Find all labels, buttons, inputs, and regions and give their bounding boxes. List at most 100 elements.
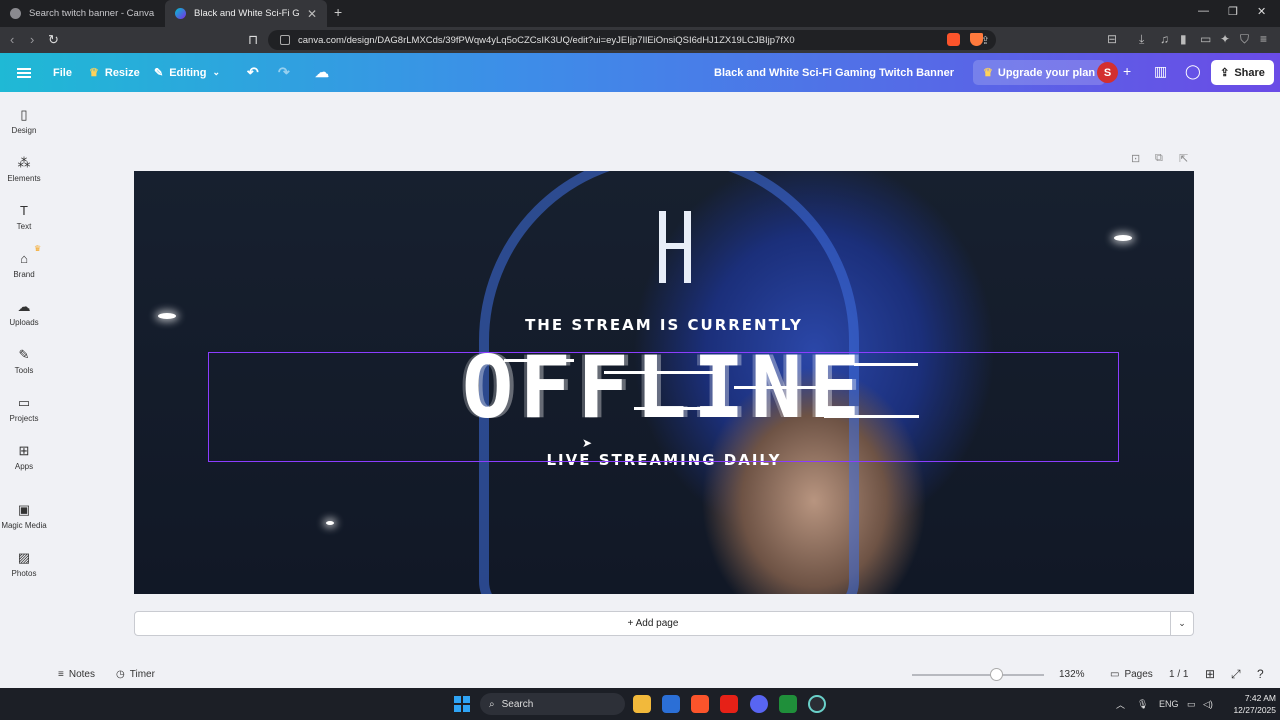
forward-icon[interactable]: › <box>30 32 34 47</box>
timer-button[interactable]: ◷ Timer <box>116 660 155 688</box>
cloud-save-status[interactable]: ☁ <box>315 53 329 92</box>
share-button[interactable]: ⇪ Share <box>1211 60 1274 85</box>
language-indicator[interactable]: ENG <box>1159 688 1179 720</box>
brave-shields-icon[interactable] <box>947 33 960 46</box>
editing-mode-button[interactable]: ✎ Editing ⌄ <box>154 53 220 92</box>
sidebar-item-photos[interactable]: ▨ Photos <box>0 549 48 578</box>
new-tab-button[interactable]: + <box>334 4 342 20</box>
network-icon[interactable]: ▭ <box>1187 688 1196 720</box>
sidebar-item-brand[interactable]: ♛ ⌂ Brand <box>0 244 48 279</box>
analytics-icon[interactable]: ▥ <box>1154 63 1167 80</box>
sidebar-item-label: Tools <box>14 366 34 375</box>
youtube-icon[interactable] <box>720 695 738 713</box>
music-icon[interactable]: ♫ <box>1160 32 1169 46</box>
wallet-icon[interactable]: ⊟ <box>1107 32 1117 46</box>
sidebar-item-label: Uploads <box>9 318 39 327</box>
lock-page-icon[interactable]: ⊡ <box>1131 152 1140 165</box>
microphone-icon[interactable]: 🎙 <box>1137 688 1148 720</box>
add-page-bar: + Add page ⌄ <box>134 611 1194 636</box>
start-button[interactable] <box>454 696 470 712</box>
document-title[interactable]: Black and White Sci-Fi Gaming Twitch Ban… <box>714 53 954 92</box>
zoom-level[interactable]: 132% <box>1059 660 1085 688</box>
sidebar-item-uploads[interactable]: ☁ Uploads <box>0 298 48 327</box>
address-bar[interactable]: canva.com/design/DAG8rLMXCds/39fPWqw4yLq… <box>268 30 996 50</box>
sidebar-item-magic-media[interactable]: ▣ Magic Media <box>0 501 48 530</box>
upgrade-button[interactable]: ♛ Upgrade your plan <box>973 60 1106 85</box>
system-clock[interactable]: 7:42 AM 12/27/2025 <box>1218 692 1276 716</box>
bookmark-icon[interactable]: ⊓ <box>248 32 258 48</box>
pages-button[interactable]: ▭ Pages <box>1110 660 1153 688</box>
sidebar-item-elements[interactable]: ⁂ Elements <box>0 154 48 183</box>
zoom-slider-handle[interactable] <box>990 668 1003 681</box>
chevron-down-icon[interactable]: ⌄ <box>1170 612 1193 635</box>
taskbar-search[interactable]: ⌕ Search <box>480 693 625 715</box>
back-icon[interactable]: ‹ <box>10 32 14 47</box>
minimize-icon[interactable]: — <box>1198 5 1209 17</box>
mouse-cursor-icon: ➤ <box>582 436 593 450</box>
spreadsheet-app-icon[interactable] <box>779 695 797 713</box>
upgrade-label: Upgrade your plan <box>997 66 1096 79</box>
add-page-button[interactable]: + Add page <box>135 612 1171 635</box>
invite-plus-icon[interactable]: + <box>1123 63 1131 79</box>
design-icon: ▯ <box>20 107 28 122</box>
user-avatar[interactable]: S <box>1097 62 1118 83</box>
downloads-icon[interactable]: ⤓ <box>1139 32 1144 47</box>
sidebar-toggle-icon[interactable]: ▮ <box>1180 32 1187 46</box>
show-hidden-icons[interactable]: ︿ <box>1116 688 1125 720</box>
editor-footer: ≡ Notes ◷ Timer 132% ▭ Pages 1 / 1 ⊞ ⤢ ? <box>0 660 1280 688</box>
menu-icon[interactable]: ≡ <box>1260 32 1267 46</box>
maximize-icon[interactable]: ❐ <box>1228 5 1238 18</box>
brave-browser-icon[interactable] <box>691 695 709 713</box>
vpn-icon[interactable]: ⛉ <box>1240 32 1249 47</box>
photos-icon: ▨ <box>17 550 31 565</box>
site-info-icon[interactable] <box>280 35 290 45</box>
brave-rewards-icon[interactable] <box>970 33 983 46</box>
discord-icon[interactable] <box>750 695 768 713</box>
reload-icon[interactable]: ↻ <box>48 32 59 48</box>
resize-button[interactable]: ♛ Resize <box>89 53 140 92</box>
sidebar-item-design[interactable]: ▯ Design <box>0 106 48 135</box>
file-menu-button[interactable]: File <box>53 53 72 92</box>
sidebar-item-text[interactable]: T Text <box>0 202 48 231</box>
resize-label: Resize <box>104 66 140 79</box>
sidebar-item-tools[interactable]: ✎ Tools <box>0 346 48 375</box>
taskbar-search-placeholder: Search <box>501 698 534 710</box>
headline-top-text[interactable]: THE STREAM IS CURRENTLY <box>134 316 1194 334</box>
share-label: Share <box>1234 66 1265 79</box>
undo-button[interactable]: ↶ <box>247 53 259 92</box>
main-menu-button[interactable] <box>17 53 31 92</box>
comments-icon[interactable]: ◯ <box>1185 63 1201 80</box>
browser-tab-search[interactable]: Search twitch banner - Canva <box>0 0 165 27</box>
help-icon[interactable]: ? <box>1257 660 1264 688</box>
app-icon[interactable] <box>808 695 826 713</box>
redo-button[interactable]: ↷ <box>278 53 290 92</box>
store-icon[interactable] <box>662 695 680 713</box>
grid-view-icon[interactable]: ⊞ <box>1205 660 1215 688</box>
sidebar-item-apps[interactable]: ⊞ Apps <box>0 442 48 471</box>
elements-icon: ⁂ <box>17 155 31 170</box>
sidebar-item-label: Brand <box>13 270 35 279</box>
hamburger-icon <box>17 67 31 78</box>
notes-button[interactable]: ≡ Notes <box>58 660 95 688</box>
window-icon[interactable]: ▭ <box>1200 32 1211 46</box>
text-icon: T <box>20 203 28 218</box>
selection-box[interactable] <box>208 352 1119 462</box>
zoom-slider-track[interactable] <box>912 674 1044 676</box>
upload-icon: ⇪ <box>1220 67 1230 79</box>
add-page-icon[interactable]: ⇱ <box>1179 152 1188 165</box>
pages-label: Pages <box>1124 668 1153 680</box>
file-explorer-icon[interactable] <box>633 695 651 713</box>
browser-tab-active[interactable]: Black and White Sci-Fi Gaming T ✕ <box>165 0 327 27</box>
close-window-icon[interactable]: ✕ <box>1257 5 1266 18</box>
duplicate-page-icon[interactable]: ⧉ <box>1155 152 1163 165</box>
editor-header: File ♛ Resize ✎ Editing ⌄ ↶ ↷ ☁ Black an… <box>0 53 1280 92</box>
h-emblem-graphic <box>659 211 691 283</box>
volume-icon[interactable]: ◁) <box>1203 688 1213 720</box>
page-count: 1 / 1 <box>1169 668 1189 680</box>
sidebar-item-projects[interactable]: ▭ Projects <box>0 394 48 423</box>
fullscreen-icon[interactable]: ⤢ <box>1231 660 1241 688</box>
close-tab-icon[interactable]: ✕ <box>307 7 317 21</box>
light-flare <box>326 521 334 525</box>
leo-ai-icon[interactable]: ✦ <box>1220 32 1230 46</box>
projects-icon: ▭ <box>17 395 31 410</box>
